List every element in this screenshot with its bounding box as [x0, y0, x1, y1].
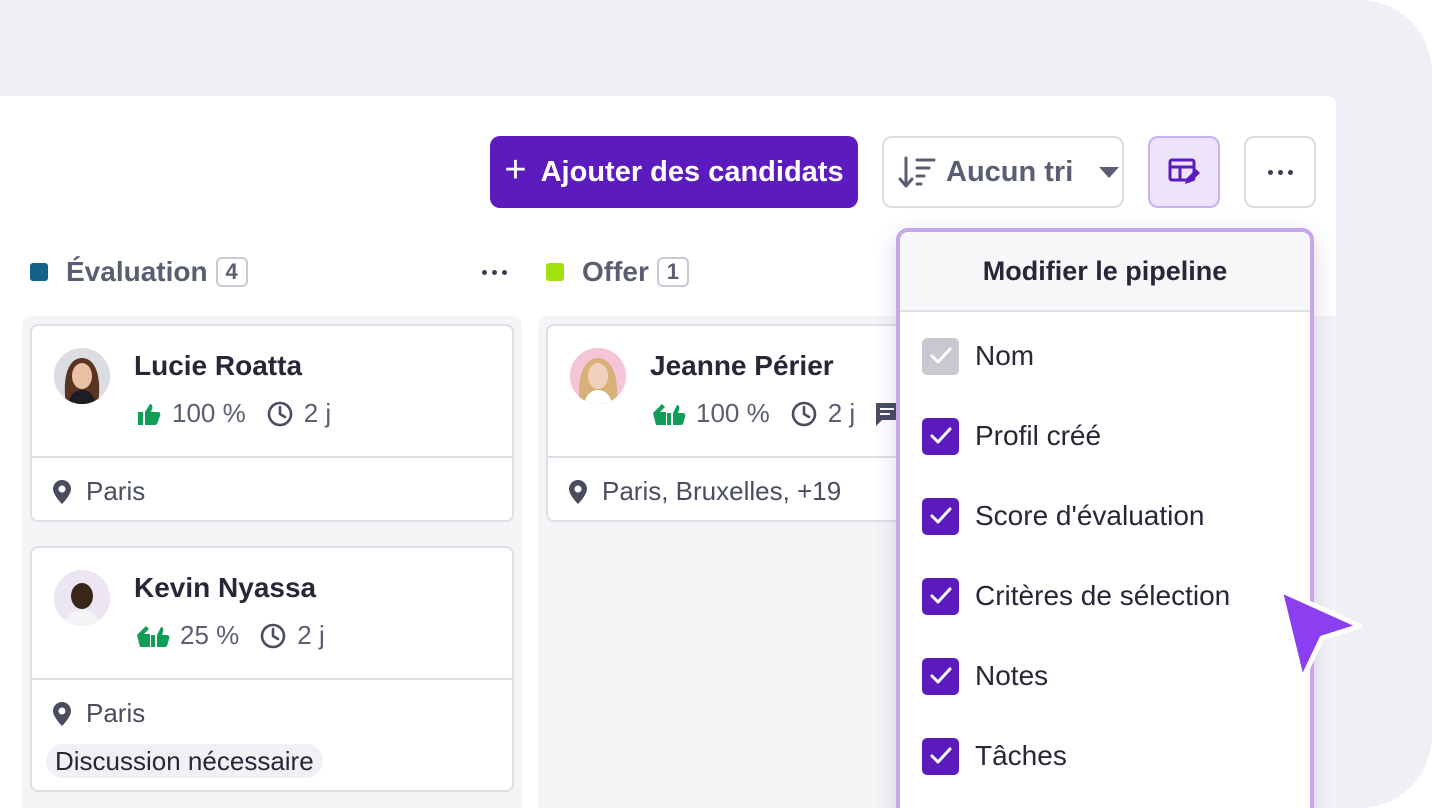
- candidate-name: Jeanne Périer: [650, 350, 834, 381]
- chevron-down-icon: [1099, 166, 1120, 178]
- option-tasks[interactable]: Tâches: [922, 736, 1067, 776]
- checkbox-disabled: [922, 337, 959, 375]
- candidate-stats: 25 % 2 j: [136, 620, 325, 651]
- column-count-badge: 4: [215, 257, 248, 287]
- location-text: Paris: [86, 698, 146, 728]
- sort-label: Aucun tri: [946, 155, 1074, 188]
- avatar: [570, 348, 626, 404]
- checkbox[interactable]: [922, 577, 959, 615]
- candidate-name: Lucie Roatta: [134, 350, 303, 381]
- candidate-name: Kevin Nyassa: [134, 572, 317, 603]
- option-label: Critères de sélection: [975, 580, 1231, 611]
- check-icon: [930, 667, 951, 684]
- candidate-location: Paris: [52, 476, 145, 507]
- time-value: 2 j: [827, 398, 856, 428]
- option-evaluation-score[interactable]: Score d'évaluation: [922, 496, 1205, 536]
- candidate-location: Paris, Bruxelles, +19: [568, 476, 841, 507]
- add-candidates-label: Ajouter des candidats: [540, 155, 844, 188]
- column-title: Offer: [582, 256, 649, 287]
- column-color-square: [546, 263, 564, 281]
- check-icon: [930, 507, 951, 524]
- column-header-evaluation: Évaluation 4: [30, 254, 248, 290]
- app-frame: + Ajouter des candidats Aucun tri Évalua…: [0, 0, 1432, 808]
- checkbox[interactable]: [922, 417, 959, 455]
- sort-icon: [898, 156, 936, 188]
- candidate-location: Paris: [52, 698, 145, 729]
- table-edit-icon: [1168, 158, 1200, 184]
- checkbox[interactable]: [922, 497, 959, 535]
- location-text: Paris, Bruxelles, +19: [602, 476, 842, 506]
- check-icon: [930, 747, 951, 764]
- option-profile-created[interactable]: Profil créé: [922, 416, 1101, 456]
- option-label: Profil créé: [975, 420, 1102, 451]
- plus-icon: +: [504, 149, 527, 191]
- option-label: Nom: [975, 340, 1035, 371]
- card-header: Lucie Roatta 100 % 2 j: [32, 326, 512, 458]
- avatar: [54, 348, 110, 404]
- thumbs-up-icon: [138, 403, 161, 425]
- check-icon: [930, 587, 951, 604]
- location-pin-icon: [569, 479, 587, 504]
- avatar: [54, 570, 110, 626]
- cursor-arrow-icon: [1277, 587, 1363, 683]
- check-icon: [930, 347, 951, 364]
- option-name: Nom: [922, 336, 1034, 376]
- edit-pipeline-dropdown: Modifier le pipeline Nom Profil créé Sco…: [896, 228, 1314, 808]
- clock-icon: [260, 623, 286, 648]
- checkbox[interactable]: [922, 657, 959, 695]
- candidate-stats: 100 % 2 j: [652, 398, 901, 429]
- column-title: Évaluation: [66, 256, 208, 287]
- candidate-card[interactable]: Lucie Roatta 100 % 2 j Paris: [30, 324, 514, 522]
- score-value: 25 %: [180, 620, 240, 650]
- thumbs-up-icon: [137, 625, 170, 647]
- option-label: Notes: [975, 660, 1049, 691]
- option-notes[interactable]: Notes: [922, 656, 1048, 696]
- card-header: Kevin Nyassa 25 % 2 j: [32, 548, 512, 680]
- candidate-card[interactable]: Jeanne Périer 100 % 2 j Paris, Bruxelles…: [546, 324, 930, 522]
- clock-icon: [267, 401, 293, 426]
- location-pin-icon: [53, 701, 71, 726]
- column-color-square: [30, 263, 48, 281]
- score-value: 100 %: [172, 398, 246, 428]
- time-value: 2 j: [303, 398, 332, 428]
- more-icon: [1267, 169, 1293, 175]
- column-header-offer: Offer 1: [546, 254, 689, 290]
- more-options-button[interactable]: [1244, 136, 1316, 208]
- checkbox[interactable]: [922, 737, 959, 775]
- option-label: Score d'évaluation: [975, 500, 1205, 531]
- add-candidates-button[interactable]: + Ajouter des candidats: [490, 136, 858, 208]
- card-header: Jeanne Périer 100 % 2 j: [548, 326, 928, 458]
- option-label: Tâches: [975, 740, 1067, 771]
- check-icon: [930, 427, 951, 444]
- score-value: 100 %: [696, 398, 770, 428]
- column-more-icon[interactable]: [482, 270, 507, 275]
- option-selection-criteria[interactable]: Critères de sélection: [922, 576, 1230, 616]
- sort-dropdown[interactable]: Aucun tri: [882, 136, 1124, 208]
- clock-icon: [791, 401, 817, 426]
- edit-pipeline-button[interactable]: [1148, 136, 1220, 208]
- candidate-stats: 100 % 2 j: [136, 398, 331, 429]
- discussion-tag: Discussion nécessaire: [46, 744, 323, 778]
- candidate-card[interactable]: Kevin Nyassa 25 % 2 j Paris Discussion n…: [30, 546, 514, 792]
- location-pin-icon: [53, 479, 71, 504]
- thumbs-up-icon: [653, 403, 686, 425]
- location-text: Paris: [86, 476, 146, 506]
- time-value: 2 j: [297, 620, 325, 650]
- column-count-badge: 1: [656, 257, 689, 287]
- dropdown-title: Modifier le pipeline: [900, 232, 1310, 312]
